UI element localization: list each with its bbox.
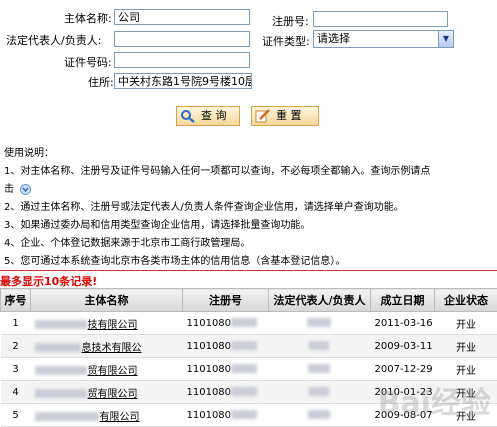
cert-type-value: 请选择 <box>317 32 350 45</box>
row-reg-no: 1101080 <box>183 358 269 381</box>
row-entity-name[interactable]: 贸有限公司 <box>31 381 183 404</box>
row-no: 2 <box>1 335 31 358</box>
redacted-block <box>307 318 331 327</box>
redacted-block <box>35 389 87 398</box>
redacted-block <box>231 318 257 327</box>
row-no: 4 <box>1 381 31 404</box>
table-row[interactable]: 5 有限公司 1101080 2009-08-07 开业 <box>1 404 497 427</box>
legal-rep-input[interactable] <box>114 31 250 47</box>
reg-no-prefix: 1101080 <box>187 364 232 375</box>
address-label: 住所: <box>88 74 114 90</box>
cert-no-input[interactable] <box>114 52 250 68</box>
search-icon <box>180 109 196 123</box>
row-reg-no: 1101080 <box>183 381 269 404</box>
row-no: 1 <box>1 312 31 335</box>
row-date: 2009-08-07 <box>371 404 435 427</box>
row-entity-name[interactable]: 息技术有限公 <box>31 335 183 358</box>
chevron-down-icon[interactable]: ▼ <box>438 31 453 47</box>
redacted-block <box>35 343 81 352</box>
help-item-4: 4、企业、个体登记数据来源于北京市工商行政管理局。 <box>4 234 250 249</box>
table-row[interactable]: 2 息技术有限公 1101080 2009-03-11 开业 <box>1 335 497 358</box>
table-header-row: 序号 主体名称 注册号 法定代表人/负责人 成立日期 企业状态 <box>1 289 497 312</box>
table-row[interactable]: 1 技有限公司 1101080 2011-03-16 开业 <box>1 312 497 335</box>
row-legal-rep <box>269 358 371 381</box>
help-title: 使用说明： <box>4 144 54 159</box>
reg-no-prefix: 1101080 <box>187 341 232 352</box>
reg-no-prefix: 1101080 <box>187 410 232 421</box>
entity-name-link[interactable]: 技有限公司 <box>88 320 138 331</box>
max-records-notice: 最多显示10条记录! <box>0 273 97 289</box>
redacted-block <box>309 387 329 396</box>
reset-button-label: 重 置 <box>276 109 302 122</box>
query-button[interactable]: 查 询 <box>176 106 240 126</box>
help-item-3: 3、如果通过委办局和信用类型查询企业信用，请选择批量查询功能。 <box>4 216 310 231</box>
arrow-down-icon[interactable] <box>20 184 31 195</box>
row-reg-no: 1101080 <box>183 335 269 358</box>
redacted-block <box>35 412 99 421</box>
entity-name-input[interactable]: 公司 <box>114 9 250 25</box>
entity-name-link[interactable]: 有限公司 <box>100 412 140 423</box>
legal-rep-label: 法定代表人/负责人: <box>6 32 101 48</box>
row-status: 开业 <box>435 404 497 427</box>
entity-name-link[interactable]: 息技术有限公 <box>82 343 142 354</box>
help-item-1-tail: 击 <box>4 184 14 195</box>
reg-no-prefix: 1101080 <box>187 387 232 398</box>
row-entity-name[interactable]: 贸有限公司 <box>31 358 183 381</box>
entity-name-label: 主体名称: <box>64 10 112 26</box>
edit-icon <box>255 109 271 123</box>
row-status: 开业 <box>435 312 497 335</box>
help-item-1-cont: 击 <box>4 180 31 195</box>
cert-type-select[interactable]: 请选择 ▼ <box>313 30 454 48</box>
header-no: 序号 <box>1 289 31 312</box>
table-row[interactable]: 4 贸有限公司 1101080 2010-01-23 开业 <box>1 381 497 404</box>
entity-name-link[interactable]: 贸有限公司 <box>88 389 138 400</box>
help-item-2: 2、通过主体名称、注册号或法定代表人/负责人条件查询企业信用，请选择单户查询功能… <box>4 198 404 213</box>
cert-type-label: 证件类型: <box>262 33 310 49</box>
row-entity-name[interactable]: 有限公司 <box>31 404 183 427</box>
table-row[interactable]: 3 贸有限公司 1101080 2007-12-29 开业 <box>1 358 497 381</box>
row-legal-rep <box>269 312 371 335</box>
address-input[interactable]: 中关村东路1号院9号楼10层 <box>114 73 252 89</box>
header-status: 企业状态 <box>435 289 497 312</box>
row-legal-rep <box>269 335 371 358</box>
reg-no-input[interactable] <box>313 11 448 27</box>
redacted-block <box>231 364 257 373</box>
reset-button[interactable]: 重 置 <box>251 106 319 126</box>
reg-no-prefix: 1101080 <box>187 318 232 329</box>
reg-no-label: 注册号: <box>272 13 309 29</box>
redacted-block <box>35 320 87 329</box>
row-entity-name[interactable]: 技有限公司 <box>31 312 183 335</box>
redacted-block <box>35 366 87 375</box>
header-entity-name: 主体名称 <box>31 289 183 312</box>
row-status: 开业 <box>435 358 497 381</box>
divider <box>0 270 497 271</box>
row-legal-rep <box>269 381 371 404</box>
help-item-5: 5、您可通过本系统查询北京市各类市场主体的信用信息（含基本登记信息）。 <box>4 252 345 267</box>
row-date: 2011-03-16 <box>371 312 435 335</box>
header-founded-date: 成立日期 <box>371 289 435 312</box>
cert-no-label: 证件号码: <box>64 54 112 70</box>
row-date: 2010-01-23 <box>371 381 435 404</box>
row-no: 3 <box>1 358 31 381</box>
row-no: 5 <box>1 404 31 427</box>
redacted-block <box>309 341 329 350</box>
header-legal-rep: 法定代表人/负责人 <box>269 289 371 312</box>
redacted-block <box>308 364 330 373</box>
redacted-block <box>231 341 257 350</box>
row-status: 开业 <box>435 381 497 404</box>
row-date: 2009-03-11 <box>371 335 435 358</box>
row-reg-no: 1101080 <box>183 312 269 335</box>
results-table: 序号 主体名称 注册号 法定代表人/负责人 成立日期 企业状态 1 技有限公司 … <box>0 288 497 427</box>
redacted-block <box>231 387 257 396</box>
row-date: 2007-12-29 <box>371 358 435 381</box>
row-reg-no: 1101080 <box>183 404 269 427</box>
query-button-label: 查 询 <box>201 109 227 122</box>
help-item-1: 1、对主体名称、注册号及证件号码输入任何一项都可以查询，不必每项全都输入。查询示… <box>4 162 430 177</box>
header-reg-no: 注册号 <box>183 289 269 312</box>
row-status: 开业 <box>435 335 497 358</box>
row-legal-rep <box>269 404 371 427</box>
entity-name-link[interactable]: 贸有限公司 <box>88 366 138 377</box>
